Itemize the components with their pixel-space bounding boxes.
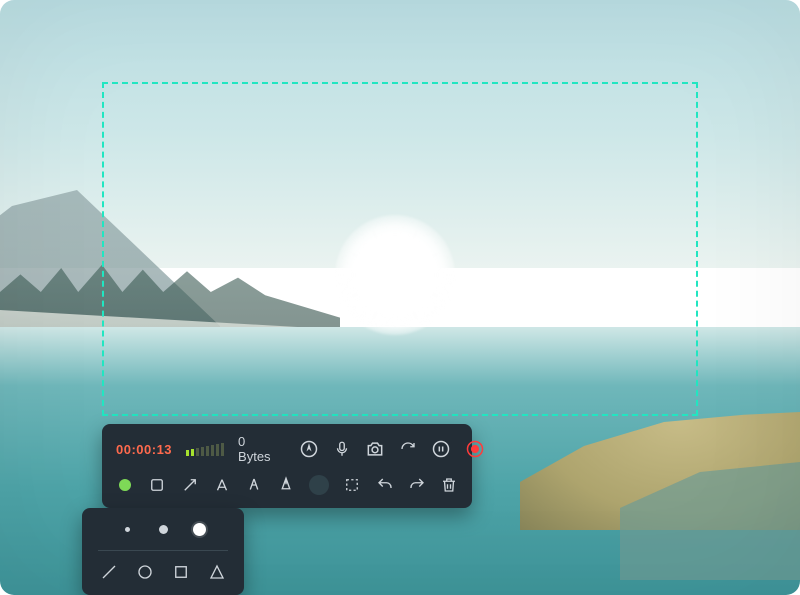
microphone-icon[interactable] <box>333 436 351 462</box>
recorder-toolbar: 00:00:13 0 Bytes <box>102 424 472 508</box>
pen-tool-icon[interactable] <box>277 474 295 496</box>
recording-timer: 00:00:13 <box>116 442 172 457</box>
shape-line-icon[interactable] <box>98 561 120 583</box>
record-icon[interactable] <box>465 436 485 462</box>
marquee-select-icon[interactable] <box>343 474 361 496</box>
refresh-icon[interactable] <box>399 436 417 462</box>
delete-icon[interactable] <box>440 474 458 496</box>
brush-size-small[interactable] <box>116 518 138 540</box>
shape-triangle-icon[interactable] <box>206 561 228 583</box>
draw-color-swatch[interactable] <box>116 474 134 496</box>
text-tool-icon[interactable] <box>213 474 231 496</box>
arrow-tool-icon[interactable] <box>180 474 198 496</box>
audio-level-meter <box>186 442 224 456</box>
dark-circle-tool-icon[interactable] <box>309 474 329 496</box>
shape-circle-icon[interactable] <box>134 561 156 583</box>
redo-icon[interactable] <box>408 474 426 496</box>
shape-square-icon[interactable] <box>170 561 192 583</box>
screen-recorder-overlay: 00:00:13 0 Bytes <box>0 0 800 595</box>
file-size-label: 0 Bytes <box>238 434 271 464</box>
undo-icon[interactable] <box>375 474 393 496</box>
camera-icon[interactable] <box>365 436 385 462</box>
cursor-tool-icon[interactable] <box>299 436 319 462</box>
brush-size-medium[interactable] <box>152 518 174 540</box>
pause-icon[interactable] <box>431 436 451 462</box>
rectangle-tool-icon[interactable] <box>148 474 166 496</box>
highlighter-tool-icon[interactable] <box>245 474 263 496</box>
shape-options-popup <box>82 508 244 595</box>
brush-size-large[interactable] <box>188 518 210 540</box>
